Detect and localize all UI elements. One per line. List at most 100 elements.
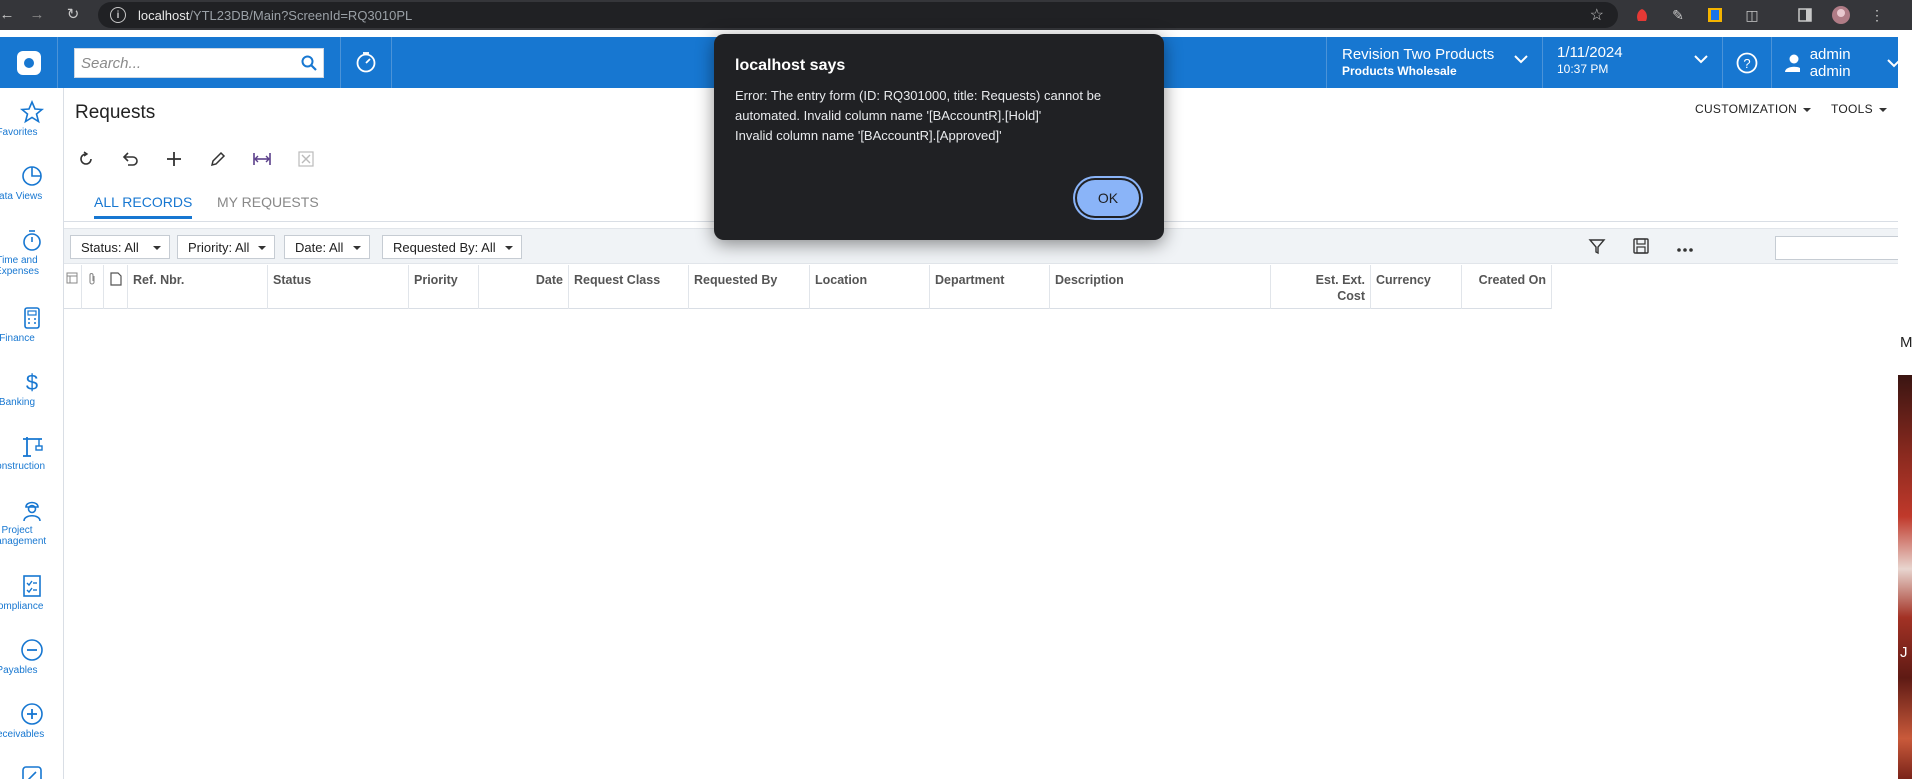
grid-search — [1775, 236, 1912, 260]
dialog-title: localhost says — [735, 57, 846, 74]
column-ref-nbr[interactable]: Ref. Nbr. — [128, 265, 268, 309]
chevron-down-icon — [1694, 55, 1708, 64]
chevron-down-icon — [1887, 58, 1899, 67]
background-window-edge: M J — [1898, 30, 1912, 779]
caret-down-icon — [258, 246, 266, 250]
alert-dialog: localhost says Error: The entry form (ID… — [714, 34, 1164, 240]
site-info-icon[interactable]: i — [110, 7, 126, 23]
extension-red-icon[interactable] — [1632, 5, 1652, 25]
tab-my-requests[interactable]: MY REQUESTS — [217, 194, 319, 216]
sidebar-item-receivables[interactable]: Receivables — [0, 702, 63, 740]
column-priority[interactable]: Priority — [409, 265, 479, 309]
back-icon[interactable]: ← — [0, 6, 22, 23]
add-button[interactable] — [160, 147, 188, 171]
reload-icon[interactable]: ↻ — [58, 5, 88, 23]
filter-icon[interactable] — [1588, 237, 1606, 260]
user-menu[interactable]: admin admin — [1772, 37, 1899, 88]
column-date[interactable]: Date — [479, 265, 569, 309]
row-selector-column[interactable] — [64, 265, 82, 309]
edit-button[interactable] — [204, 147, 232, 171]
column-request-class[interactable]: Request Class — [569, 265, 689, 309]
column-created-on[interactable]: Created On — [1462, 265, 1552, 309]
branch-name: Products Wholesale — [1342, 64, 1457, 78]
company-branch-selector[interactable]: Revision Two Products Products Wholesale — [1326, 37, 1542, 88]
search-icon[interactable] — [301, 55, 317, 76]
refresh-button[interactable] — [72, 147, 100, 171]
tools-menu[interactable]: TOOLS — [1831, 102, 1887, 116]
extensions-puzzle-icon[interactable]: ◫ — [1742, 5, 1762, 25]
column-description[interactable]: Description — [1050, 265, 1271, 309]
company-name: Revision Two Products — [1342, 46, 1495, 63]
browser-menu-icon[interactable]: ⋮ — [1867, 5, 1887, 25]
minus-circle-icon — [21, 639, 43, 661]
search-input[interactable] — [81, 54, 291, 72]
extension-bookmark-icon[interactable] — [1705, 5, 1725, 25]
sidebar-item-banking[interactable]: $ Banking — [0, 370, 63, 408]
grid-search-input[interactable] — [1780, 238, 1912, 258]
star-icon — [20, 100, 44, 124]
column-est-ext-cost[interactable]: Est. Ext. Cost — [1271, 265, 1371, 309]
sidebar-item-payables[interactable]: Payables — [0, 638, 63, 676]
sidebar-item-favorites[interactable]: Favorites — [0, 100, 63, 138]
excel-icon — [298, 151, 314, 167]
bookmark-star-icon[interactable]: ☆ — [1590, 5, 1604, 25]
column-currency[interactable]: Currency — [1371, 265, 1462, 309]
svg-text:$: $ — [26, 370, 38, 394]
background-image — [1898, 375, 1912, 779]
notes-column[interactable] — [104, 265, 128, 309]
priority-filter[interactable]: Priority: All — [177, 235, 275, 259]
requested-by-filter[interactable]: Requested By: All — [382, 235, 522, 259]
paperclip-icon — [89, 273, 95, 285]
url-text: localhost/YTL23DB/Main?ScreenId=RQ3010PL — [138, 7, 413, 23]
extension-pencil-icon[interactable]: ✎ — [1668, 5, 1688, 25]
stopwatch-icon — [23, 230, 41, 251]
fit-to-screen-button[interactable] — [248, 147, 276, 171]
module-sidebar: Favorites Data Views Time and Expenses F… — [0, 88, 64, 779]
app-logo[interactable] — [0, 37, 58, 88]
sidebar-item-compliance[interactable]: Compliance — [0, 574, 63, 612]
sidebar-item-construction[interactable]: Construction — [0, 434, 63, 472]
ok-button[interactable]: OK — [1077, 180, 1139, 216]
help-icon: ? — [1736, 52, 1758, 73]
more-options-icon[interactable] — [1676, 241, 1694, 259]
column-requested-by[interactable]: Requested By — [689, 265, 810, 309]
sidebar-item-finance[interactable]: Finance — [0, 306, 63, 344]
date-filter[interactable]: Date: All — [284, 235, 370, 259]
dialog-message: Error: The entry form (ID: RQ301000, tit… — [735, 88, 1102, 143]
undo-button[interactable] — [116, 147, 144, 171]
attachments-column[interactable] — [82, 265, 104, 309]
status-filter[interactable]: Status: All — [70, 235, 170, 259]
dollar-icon: $ — [26, 370, 38, 394]
grid-header: Ref. Nbr. Status Priority Date Request C… — [64, 265, 1552, 309]
refresh-icon — [80, 151, 92, 165]
plus-circle-icon — [21, 703, 43, 725]
browser-toolbar: ← → ↻ i localhost/YTL23DB/Main?ScreenId=… — [0, 0, 1912, 30]
checklist-icon — [23, 575, 41, 597]
sidebar-item-more[interactable] — [0, 764, 63, 779]
help-button[interactable]: ? — [1722, 37, 1772, 88]
chevron-down-icon — [1514, 55, 1528, 64]
caret-down-icon — [1878, 107, 1887, 112]
history-icon — [356, 51, 376, 72]
sidebar-item-time-expenses[interactable]: Time and Expenses — [0, 228, 63, 277]
profile-avatar-icon[interactable] — [1831, 5, 1851, 25]
recent-history-button[interactable] — [340, 37, 392, 88]
column-location[interactable]: Location — [810, 265, 930, 309]
address-bar[interactable]: i localhost/YTL23DB/Main?ScreenId=RQ3010… — [98, 2, 1618, 28]
column-status[interactable]: Status — [268, 265, 409, 309]
save-filter-icon[interactable] — [1632, 237, 1650, 260]
svg-text:?: ? — [1743, 56, 1750, 71]
forward-icon[interactable]: → — [22, 6, 52, 23]
export-excel-button[interactable] — [292, 147, 320, 171]
business-time: 10:37 PM — [1557, 62, 1609, 76]
edit-icon — [22, 766, 42, 779]
customization-menu[interactable]: CUSTOMIZATION — [1695, 102, 1812, 116]
side-panel-icon[interactable] — [1795, 5, 1815, 25]
sidebar-item-data-views[interactable]: Data Views — [0, 164, 63, 202]
tab-all-records[interactable]: ALL RECORDS — [94, 194, 193, 219]
business-date-selector[interactable]: 1/11/2024 10:37 PM — [1542, 37, 1722, 88]
column-department[interactable]: Department — [930, 265, 1050, 309]
page-title: Requests — [75, 102, 156, 123]
user-name: admin admin — [1809, 45, 1851, 80]
sidebar-item-project-management[interactable]: Project Management — [0, 498, 63, 547]
